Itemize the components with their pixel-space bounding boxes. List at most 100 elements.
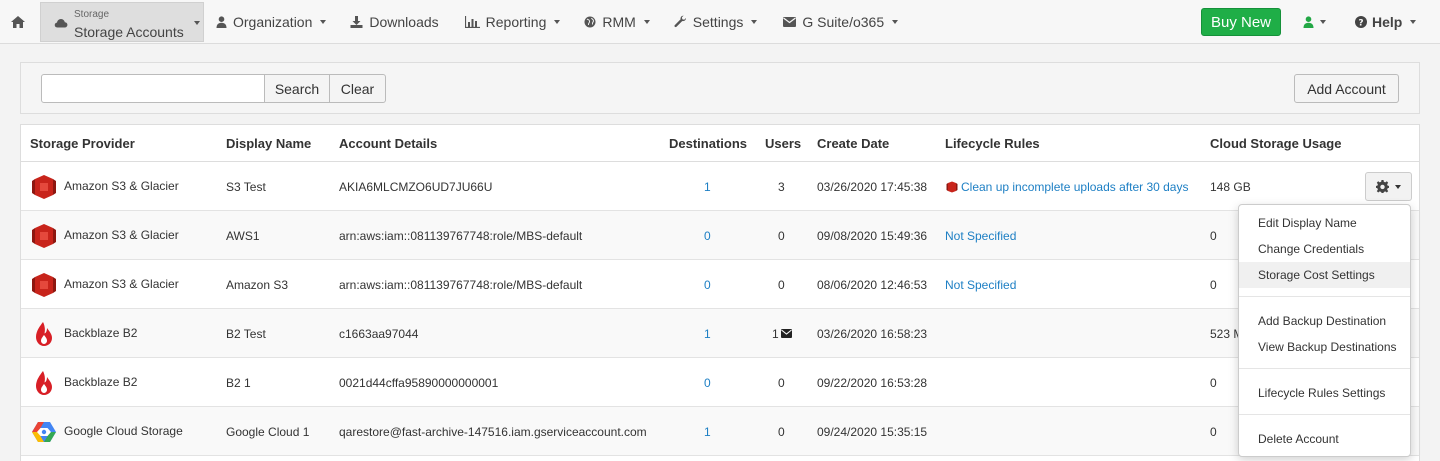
table-header: Storage Provider Display Name Account De…: [21, 125, 1419, 162]
header-display-name[interactable]: Display Name: [226, 136, 311, 151]
users-count: 0: [778, 425, 785, 439]
destinations-link[interactable]: 0: [704, 376, 711, 390]
nav-rmm[interactable]: RMM: [572, 0, 661, 44]
destinations-link[interactable]: 1: [704, 327, 711, 341]
users-count: 0: [778, 278, 785, 292]
storage-usage: 0: [1210, 278, 1217, 292]
display-name: Google Cloud 1: [226, 425, 310, 439]
chevron-down-icon: [194, 20, 200, 25]
row-actions-button[interactable]: [1365, 172, 1412, 201]
chevron-down-icon: [1395, 184, 1401, 189]
table-row: Amazon S3 & Glacier AWS1 arn:aws:iam::08…: [21, 211, 1419, 260]
create-date: 09/24/2020 15:35:15: [817, 425, 928, 439]
menu-divider: [1239, 368, 1410, 369]
add-account-button[interactable]: Add Account: [1294, 74, 1399, 103]
chevron-down-icon: [892, 19, 899, 24]
lifecycle-rule-link[interactable]: Not Specified: [945, 229, 1016, 243]
storage-usage: 0: [1210, 229, 1217, 243]
header-users[interactable]: Users: [765, 136, 801, 151]
account-details: AKIA6MLCMZO6UD7JU66U: [339, 180, 493, 194]
nav-organization-label: Organization: [233, 13, 313, 30]
help-menu[interactable]: ? Help: [1355, 0, 1417, 44]
home-button[interactable]: [0, 0, 36, 44]
destinations-link[interactable]: 0: [704, 229, 711, 243]
menu-item-lifecycle-rules-settings[interactable]: Lifecycle Rules Settings: [1239, 380, 1410, 406]
chevron-down-icon: [643, 19, 650, 24]
amazon-s3-icon: [32, 175, 56, 199]
create-date: 03/26/2020 17:45:38: [817, 180, 928, 194]
clear-button[interactable]: Clear: [329, 74, 386, 103]
nav-storage-accounts[interactable]: Storage Storage Accounts: [40, 1, 204, 42]
lifecycle-rule-link[interactable]: Clean up incomplete uploads after 30 day…: [961, 180, 1188, 194]
bar-chart-icon: [464, 15, 480, 28]
menu-item-delete-account[interactable]: Delete Account: [1239, 426, 1410, 452]
amazon-s3-icon: [32, 273, 56, 297]
menu-divider: [1239, 296, 1410, 297]
nav-settings[interactable]: Settings: [662, 0, 770, 44]
menu-item-storage-cost-settings[interactable]: Storage Cost Settings: [1239, 262, 1410, 288]
header-destinations[interactable]: Destinations: [669, 136, 747, 151]
account-details: arn:aws:iam::081139767748:role/MBS-defau…: [339, 278, 583, 292]
chevron-down-icon: [320, 19, 327, 24]
search-panel: Search Clear Add Account: [20, 62, 1420, 114]
provider-name: Google Cloud Storage: [64, 424, 183, 438]
help-label: Help: [1372, 14, 1403, 30]
search-button[interactable]: Search: [264, 74, 330, 103]
buy-new-button[interactable]: Buy New: [1201, 8, 1281, 36]
nav-organization[interactable]: Organization: [204, 0, 338, 44]
user-icon: [216, 15, 227, 28]
nav-reporting[interactable]: Reporting: [453, 0, 573, 44]
storage-usage: 0: [1210, 425, 1217, 439]
display-name: B2 Test: [226, 327, 266, 341]
top-navbar: Storage Storage Accounts Organization Do…: [0, 0, 1440, 44]
provider-name: Amazon S3 & Glacier: [64, 228, 179, 242]
nav-downloads-label: Downloads: [369, 13, 439, 30]
envelope-icon[interactable]: [781, 329, 792, 338]
provider-name: Backblaze B2: [64, 326, 138, 340]
users-count: 1: [772, 327, 779, 341]
table-row: Backblaze B2 B2 1 0021d44cffa95890000000…: [21, 358, 1419, 407]
chevron-down-icon: [751, 19, 758, 24]
nav-downloads[interactable]: Downloads: [338, 0, 450, 44]
lifecycle-rule-link[interactable]: Not Specified: [945, 278, 1016, 292]
nav-reporting-label: Reporting: [485, 13, 547, 30]
nav-storage-small-label: Storage: [74, 8, 110, 20]
header-lifecycle-rules[interactable]: Lifecycle Rules: [945, 136, 1040, 151]
table-row: Google Cloud Storage Google Cloud 1 qare…: [21, 407, 1419, 456]
display-name: Amazon S3: [226, 278, 289, 292]
display-name: B2 1: [226, 376, 251, 390]
create-date: 09/22/2020 16:53:28: [817, 376, 928, 390]
display-name: S3 Test: [226, 180, 266, 194]
create-date: 08/06/2020 12:46:53: [817, 278, 928, 292]
home-icon: [11, 15, 25, 28]
destinations-link[interactable]: 1: [704, 180, 711, 194]
table-row: Backblaze B2 B2 Test c1663aa97044 1 1 03…: [21, 309, 1419, 358]
envelope-icon: [783, 16, 797, 27]
backblaze-icon: [36, 322, 52, 346]
header-create-date[interactable]: Create Date: [817, 136, 889, 151]
download-icon: [350, 15, 363, 28]
search-input[interactable]: [41, 74, 265, 103]
header-storage-provider[interactable]: Storage Provider: [30, 136, 135, 151]
menu-item-add-backup-destination[interactable]: Add Backup Destination: [1239, 308, 1410, 334]
globe-icon: [584, 16, 596, 27]
row-actions-dropdown: Edit Display Name Change Credentials Sto…: [1238, 204, 1411, 457]
destinations-link[interactable]: 1: [704, 425, 711, 439]
table-row: Amazon S3 & Glacier Amazon S3 arn:aws:ia…: [21, 260, 1419, 309]
chevron-down-icon: [554, 19, 561, 24]
destinations-link[interactable]: 0: [704, 278, 711, 292]
menu-divider: [1239, 414, 1410, 415]
provider-name: Amazon S3 & Glacier: [64, 179, 179, 193]
menu-item-change-credentials[interactable]: Change Credentials: [1239, 236, 1410, 262]
chevron-down-icon: [1320, 20, 1326, 24]
header-cloud-storage-usage[interactable]: Cloud Storage Usage: [1210, 136, 1341, 151]
user-menu[interactable]: [1303, 0, 1326, 44]
menu-item-edit-display-name[interactable]: Edit Display Name: [1239, 210, 1410, 236]
display-name: AWS1: [226, 229, 260, 243]
menu-item-view-backup-destinations[interactable]: View Backup Destinations: [1239, 334, 1410, 360]
header-account-details[interactable]: Account Details: [339, 136, 437, 151]
create-date: 09/08/2020 15:49:36: [817, 229, 928, 243]
nav-gsuite[interactable]: G Suite/o365: [771, 0, 910, 44]
google-cloud-icon: [32, 422, 56, 442]
account-details: arn:aws:iam::081139767748:role/MBS-defau…: [339, 229, 583, 243]
